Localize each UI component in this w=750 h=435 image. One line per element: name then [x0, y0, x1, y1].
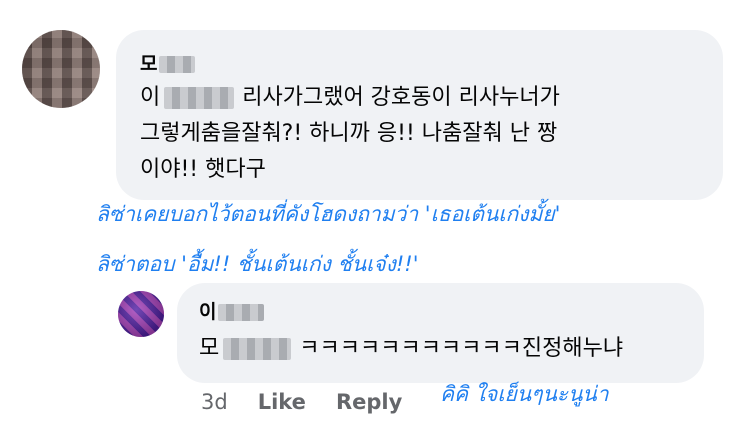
reply-author-name[interactable]: 이	[199, 297, 265, 324]
overlay-caption-line-3: คิคิ ใจเย็นๆนะนูน่า	[440, 382, 609, 406]
comment-text-line-2: 그렇게춤을잘춰?! 하니까 응!! 나춤잘춰 난 짱	[140, 121, 558, 146]
replier-avatar[interactable]	[118, 291, 164, 337]
comment-text-line-1: 이 리사가그랬어 강호동이 리사누너가	[140, 85, 560, 110]
reply-text: 모 ㅋㅋㅋㅋㅋㅋㅋㅋㅋㅋㅋ진정해누냐	[199, 336, 624, 361]
comment-text-line-3: 이야!! 햇다구	[140, 157, 266, 182]
overlay-caption-line-1: ลิซ่าเคยบอกไว้ตอนที่คังโฮดงถามว่า 'เธอเต…	[96, 202, 561, 226]
timestamp[interactable]: 3d	[201, 390, 228, 414]
blurred-mention	[164, 87, 235, 109]
commenter-avatar[interactable]	[22, 30, 100, 108]
reply-actions: 3d Like Reply	[201, 390, 402, 414]
overlay-caption-line-2: ลิซ่าตอบ 'อื้ม!! ชั้นเต้นเก่ง ชั้นเจ๋ง!!…	[96, 252, 419, 276]
comment-author-name[interactable]: 모	[140, 49, 196, 76]
blurred-name	[218, 304, 265, 321]
blurred-name	[159, 56, 196, 73]
reply-button[interactable]: Reply	[336, 390, 402, 414]
like-button[interactable]: Like	[258, 390, 306, 414]
blurred-mention	[223, 338, 292, 360]
